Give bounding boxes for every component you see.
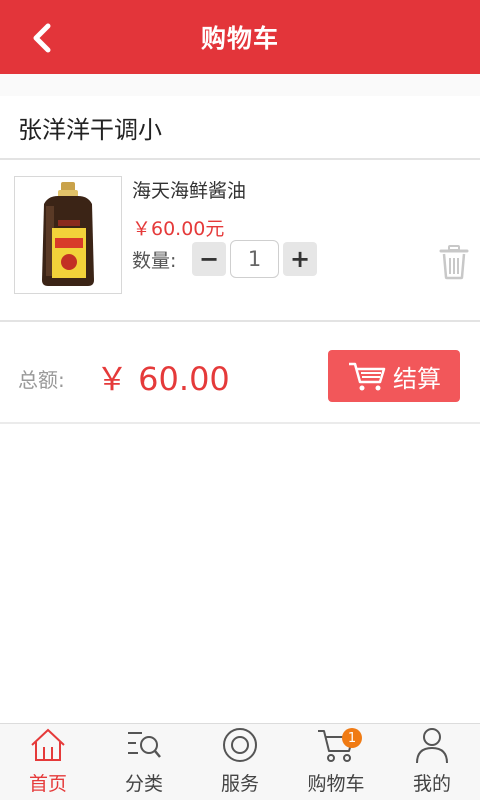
soy-sauce-bottle-image — [42, 182, 94, 286]
total-label: 总额: — [18, 368, 65, 392]
tab-category[interactable]: 分类 — [96, 724, 192, 800]
cart-item: 海天海鲜酱油 ￥60.00元 数量: − 1 + — [0, 162, 480, 322]
tab-label: 服务 — [220, 773, 259, 795]
quantity-input[interactable]: 1 — [230, 240, 279, 278]
home-icon — [31, 728, 65, 761]
tab-cart[interactable]: 1 购物车 — [288, 724, 384, 800]
quantity-increase-button[interactable]: + — [283, 242, 317, 276]
tab-label: 分类 — [124, 773, 163, 795]
quantity-decrease-button[interactable]: − — [192, 242, 226, 276]
tab-home[interactable]: 首页 — [0, 724, 96, 800]
product-image[interactable] — [14, 176, 122, 294]
category-search-icon — [128, 732, 161, 758]
app-header: 购物车 — [0, 0, 480, 74]
cart-icon — [349, 362, 386, 391]
product-price: ￥60.00元 — [132, 218, 225, 240]
trash-icon[interactable] — [438, 244, 470, 280]
bottom-tab-bar: 首页 分类 服务 1 购物车 我的 — [0, 723, 480, 800]
page-title: 购物车 — [200, 24, 279, 53]
service-icon — [223, 728, 257, 762]
tab-label: 我的 — [412, 773, 451, 795]
checkout-label: 结算 — [393, 364, 441, 393]
total-amount: ￥ 60.00 — [96, 360, 230, 398]
product-name[interactable]: 海天海鲜酱油 — [132, 176, 246, 203]
checkout-button[interactable]: 结算 — [328, 350, 460, 402]
tab-mine[interactable]: 我的 — [384, 724, 480, 800]
back-button[interactable] — [22, 18, 62, 58]
shop-name[interactable]: 张洋洋干调小 — [0, 96, 480, 160]
user-icon — [416, 728, 448, 764]
tab-service[interactable]: 服务 — [192, 724, 288, 800]
cart-count-badge: 1 — [342, 728, 362, 748]
tab-label: 首页 — [28, 773, 67, 795]
tab-label: 购物车 — [307, 773, 365, 795]
chevron-left-icon — [33, 23, 51, 53]
spacer — [0, 74, 480, 96]
order-summary: 总额: ￥ 60.00 结算 — [0, 322, 480, 424]
quantity-label: 数量: — [132, 250, 177, 272]
